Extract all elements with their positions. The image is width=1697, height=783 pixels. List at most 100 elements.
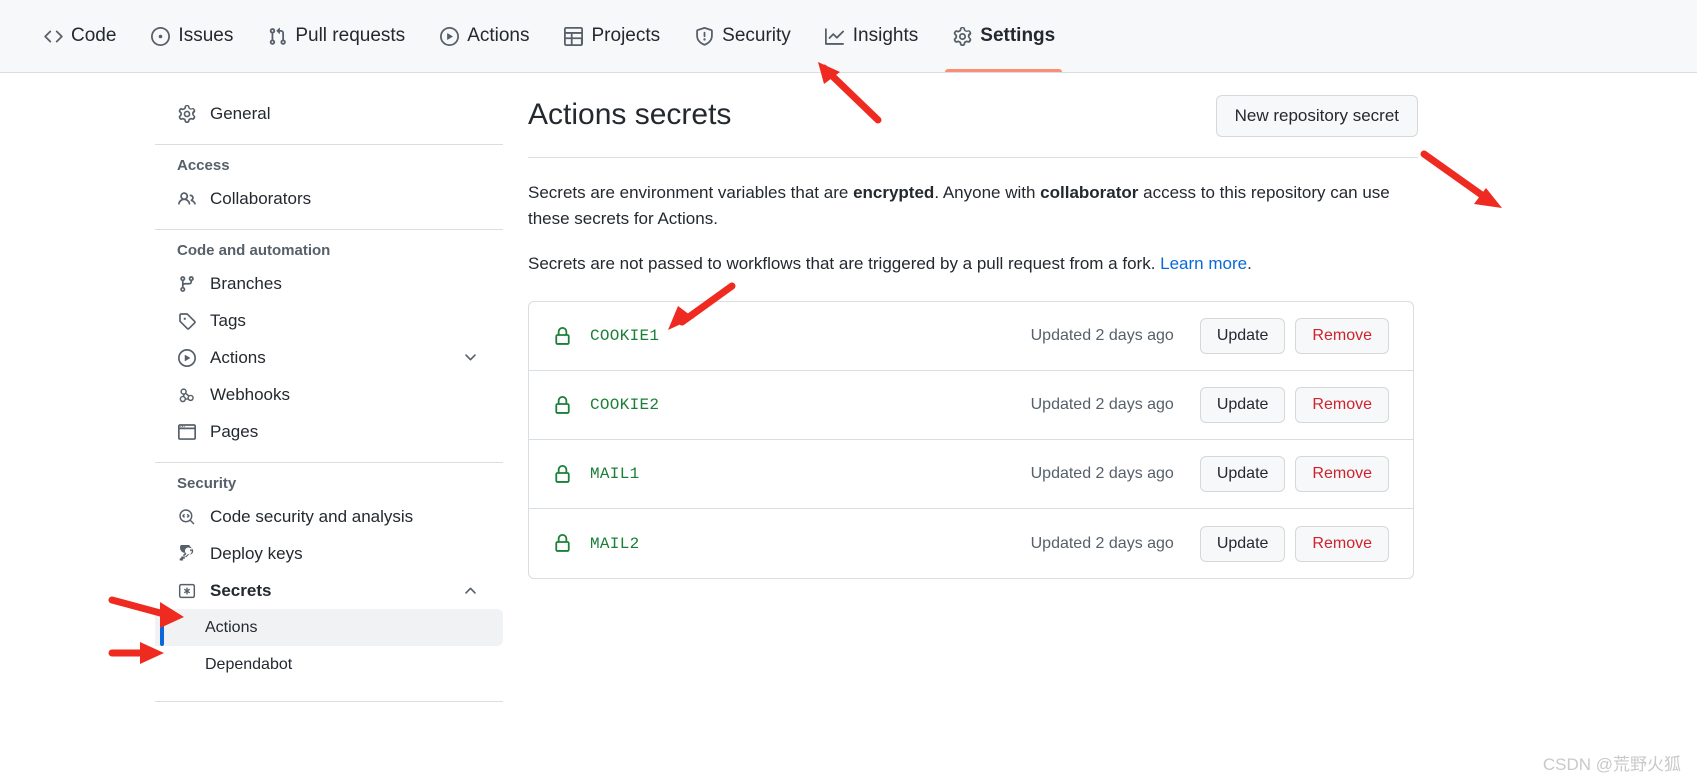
sidebar-divider — [155, 462, 503, 463]
watermark: CSDN @荒野火狐 — [1542, 755, 1681, 774]
nav-tab-insights[interactable]: Insights — [808, 0, 935, 72]
update-secret-button[interactable]: Update — [1199, 318, 1286, 355]
nav-tab-label: Security — [722, 25, 791, 46]
page-title: Actions secrets — [528, 98, 732, 131]
sidebar-group-title-security: Security — [177, 475, 237, 492]
remove-secret-button[interactable]: Remove — [1295, 525, 1389, 562]
main-content: Actions secrets New repository secret Se… — [528, 95, 1418, 580]
issue-opened-icon — [150, 26, 170, 46]
update-secret-button[interactable]: Update — [1199, 456, 1286, 493]
sidebar-divider — [155, 229, 503, 230]
play-icon — [177, 348, 197, 368]
asterisk-icon — [177, 581, 197, 601]
nav-tab-code[interactable]: Code — [26, 0, 133, 72]
sidebar-item-label: Secrets — [210, 580, 272, 600]
nav-tab-actions[interactable]: Actions — [422, 0, 546, 72]
table-icon — [564, 26, 584, 46]
sidebar-item-code-security-and-analysis[interactable]: Code security and analysis — [155, 498, 503, 535]
sidebar-item-label: Deploy keys — [210, 543, 303, 563]
sidebar-subitem-label: Actions — [205, 618, 258, 636]
play-icon — [439, 26, 459, 46]
chevron-up-icon[interactable] — [462, 582, 479, 599]
header-divider — [528, 157, 1418, 158]
annotation-arrow-new-secret-button — [1420, 150, 1502, 208]
nav-tab-pull-requests[interactable]: Pull requests — [250, 0, 422, 72]
lock-icon — [551, 533, 573, 555]
sidebar-item-branches[interactable]: Branches — [155, 265, 503, 302]
shield-icon — [694, 26, 714, 46]
tag-icon — [177, 311, 197, 331]
sidebar-item-collaborators[interactable]: Collaborators — [155, 180, 503, 217]
nav-tab-issues[interactable]: Issues — [133, 0, 250, 72]
nav-item-list: Code Issues Pull requests Actions Projec… — [0, 0, 1697, 72]
row-actions: Update Remove — [1199, 525, 1389, 562]
sidebar-item-label: Webhooks — [210, 384, 291, 404]
nav-tab-security[interactable]: Security — [677, 0, 808, 72]
sidebar-item-actions[interactable]: Actions — [155, 339, 503, 376]
secret-name: MAIL1 — [590, 465, 640, 484]
table-row: COOKIE2 Updated 2 days ago Update Remove — [529, 371, 1413, 441]
secrets-description-primary: Secrets are environment variables that a… — [528, 180, 1398, 233]
table-row: MAIL1 Updated 2 days ago Update Remove — [529, 440, 1413, 510]
nav-tab-label: Actions — [467, 25, 530, 46]
secret-name: MAIL2 — [590, 534, 640, 553]
content-header: Actions secrets New repository secret — [528, 95, 1418, 137]
sidebar-item-general[interactable]: General — [155, 95, 503, 132]
row-actions: Update Remove — [1199, 387, 1389, 424]
row-actions: Update Remove — [1199, 456, 1389, 493]
secret-updated-time: Updated 2 days ago — [1030, 327, 1174, 345]
fork-text: Secrets are not passed to workflows that… — [528, 253, 1161, 273]
desc-text-part1: Secrets are environment variables that a… — [528, 183, 854, 202]
sidebar-divider — [155, 144, 503, 145]
sidebar-group-title-access: Access — [177, 157, 230, 174]
sidebar-item-deploy-keys[interactable]: Deploy keys — [155, 535, 503, 572]
row-actions: Update Remove — [1199, 318, 1389, 355]
table-row: COOKIE1 Updated 2 days ago Update Remove — [529, 302, 1413, 372]
table-row: MAIL2 Updated 2 days ago Update Remove — [529, 509, 1413, 578]
nav-tab-settings[interactable]: Settings — [935, 0, 1072, 72]
new-repository-secret-button[interactable]: New repository secret — [1215, 95, 1418, 137]
secret-name: COOKIE1 — [590, 327, 660, 346]
webhook-icon — [177, 385, 197, 405]
nav-tab-projects[interactable]: Projects — [547, 0, 678, 72]
secrets-description-fork: Secrets are not passed to workflows that… — [528, 251, 1398, 277]
nav-tab-label: Projects — [591, 25, 661, 46]
sidebar-subitem-actions[interactable]: Actions — [155, 609, 503, 646]
code-review-icon — [177, 507, 197, 527]
update-secret-button[interactable]: Update — [1199, 387, 1286, 424]
update-secret-button[interactable]: Update — [1199, 525, 1286, 562]
sidebar-item-label: Tags — [210, 310, 246, 330]
nav-tab-label: Code — [71, 25, 117, 46]
secrets-list: COOKIE1 Updated 2 days ago Update Remove… — [528, 301, 1414, 580]
gear-icon — [952, 26, 972, 46]
nav-tab-label: Issues — [178, 25, 234, 46]
sidebar-item-label: Collaborators — [210, 188, 312, 208]
nav-tab-label: Pull requests — [295, 25, 406, 46]
desc-text-part2: . Anyone with — [934, 183, 1041, 202]
lock-icon — [551, 394, 573, 416]
sidebar-item-label: Actions — [210, 347, 266, 367]
sidebar-group-title-code-automation: Code and automation — [177, 242, 331, 259]
sidebar-item-secrets[interactable]: Secrets — [155, 572, 503, 609]
remove-secret-button[interactable]: Remove — [1295, 318, 1389, 355]
gear-icon — [177, 104, 197, 124]
github-settings-page: Code Issues Pull requests Actions Projec… — [0, 0, 1697, 783]
remove-secret-button[interactable]: Remove — [1295, 387, 1389, 424]
sidebar-item-label: Pages — [210, 421, 259, 441]
lock-icon — [551, 463, 573, 485]
fork-period: . — [1247, 253, 1252, 273]
sidebar-item-tags[interactable]: Tags — [155, 302, 503, 339]
sidebar-subitem-dependabot[interactable]: Dependabot — [155, 646, 503, 683]
sidebar-item-webhooks[interactable]: Webhooks — [155, 376, 503, 413]
chevron-down-icon[interactable] — [462, 349, 479, 366]
git-branch-icon — [177, 274, 197, 294]
learn-more-link[interactable]: Learn more — [1160, 254, 1247, 273]
remove-secret-button[interactable]: Remove — [1295, 456, 1389, 493]
sidebar-item-label: Branches — [210, 273, 282, 293]
sidebar-divider — [155, 701, 503, 702]
nav-tab-label: Settings — [980, 25, 1056, 46]
sidebar-item-pages[interactable]: Pages — [155, 413, 503, 450]
git-pull-request-icon — [267, 26, 287, 46]
lock-icon — [551, 325, 573, 347]
repository-nav-bar: Code Issues Pull requests Actions Projec… — [0, 0, 1697, 73]
